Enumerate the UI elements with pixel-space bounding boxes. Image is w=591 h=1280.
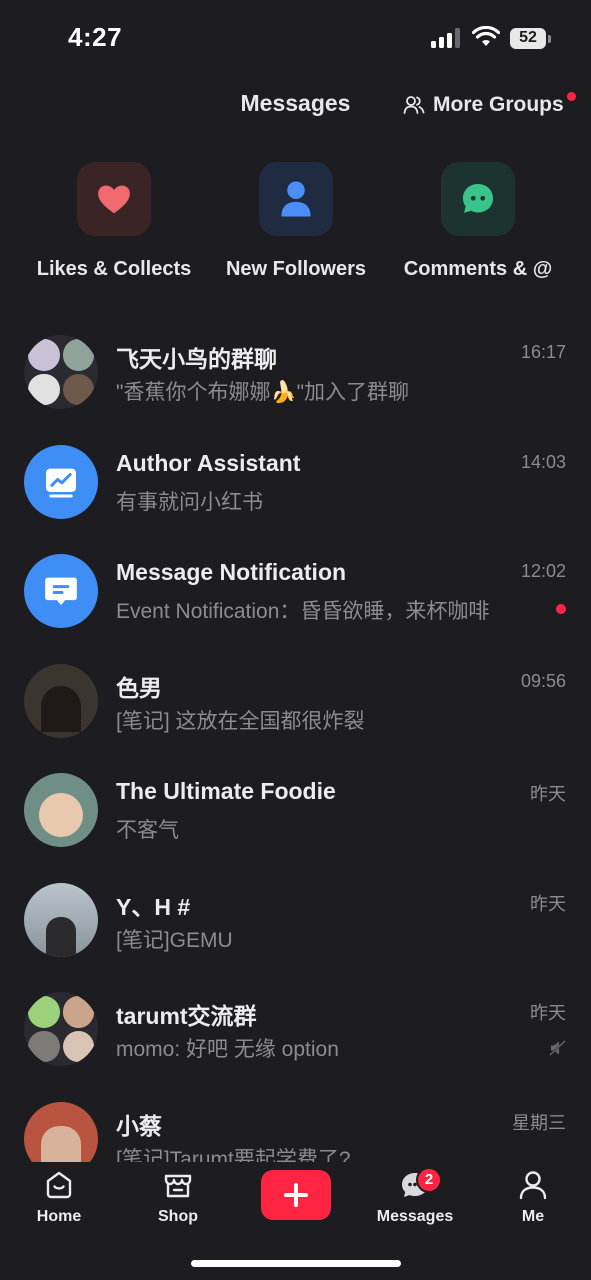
chat-name: Message Notification [116, 559, 347, 585]
battery-level: 52 [519, 29, 537, 46]
more-groups-button[interactable]: More Groups [403, 90, 564, 120]
unread-dot [556, 604, 566, 614]
chat-preview: Event Notification：昏昏欲睡，来杯咖啡 [116, 600, 490, 623]
chat-preview: 有事就问小红书 [116, 490, 263, 514]
user-avatar [24, 663, 98, 738]
chat-item-author-assistant[interactable]: Author Assistant 有事就问小红书 14:03 [0, 435, 591, 545]
shop-icon [164, 1174, 192, 1198]
chat-item-semen[interactable]: 色男 [笔记] 这放在全国都很炸裂 09:56 [0, 654, 591, 764]
chat-item-xiaocai[interactable]: 小蔡 [笔记]Tarumt要起学费了? 星期三 [0, 1092, 591, 1163]
chat-name: 小蔡 [116, 1112, 162, 1139]
chat-preview: [笔记]Tarumt要起学费了? [116, 1147, 351, 1163]
chat-item-message-notification[interactable]: Message Notification Event Notification：… [0, 544, 591, 654]
chat-time: 星期三 [512, 1112, 566, 1133]
tab-bar: Home Shop Messages 2 Me [0, 1162, 591, 1280]
chat-name: 飞天小鸟的群聊 [116, 346, 277, 372]
comments-mentions-label: Comments & @ [403, 258, 553, 280]
chat-time: 09:56 [520, 670, 566, 691]
tab-messages[interactable]: Messages [370, 1168, 460, 1226]
signal-icon [431, 28, 460, 48]
chat-preview: 不客气 [116, 819, 179, 842]
notification-avatar [24, 554, 98, 628]
status-time: 4:27 [68, 22, 123, 52]
chat-item-group-feitian[interactable]: 飞天小鸟的群聊 "香蕉你个布娜娜🍌"加入了群聊 16:17 [0, 325, 591, 435]
heart-icon [98, 185, 130, 214]
chat-preview: "香蕉你个布娜娜🍌"加入了群聊 [116, 381, 410, 404]
tab-shop[interactable]: Shop [133, 1168, 223, 1226]
chat-time: 昨天 [530, 1003, 566, 1023]
chart-icon [46, 468, 76, 497]
home-indicator[interactable] [191, 1260, 401, 1267]
battery-indicator: 52 [510, 28, 552, 50]
tab-shop-label: Shop [158, 1208, 198, 1225]
group-avatar [24, 992, 98, 1066]
group-icon [403, 96, 425, 114]
comments-mentions-button[interactable]: Comments & @ [388, 162, 568, 281]
chat-preview: momo: 好吧 无缘 option [116, 1038, 339, 1061]
chat-time: 14:03 [520, 451, 566, 472]
more-groups-label: More Groups [433, 93, 564, 116]
tab-me[interactable]: Me [488, 1168, 578, 1226]
chat-time: 昨天 [530, 893, 566, 914]
mute-icon [549, 1040, 566, 1056]
chat-preview: [笔记]GEMU [116, 928, 233, 952]
new-followers-label: New Followers [225, 258, 367, 280]
chat-item-yh[interactable]: Y、H # [笔记]GEMU 昨天 [0, 873, 591, 983]
person-icon [281, 181, 311, 217]
tab-messages-label: Messages [376, 1208, 454, 1225]
chat-list: 飞天小鸟的群聊 "香蕉你个布娜娜🍌"加入了群聊 16:17 Author Ass… [0, 325, 591, 1162]
user-avatar [24, 1101, 98, 1162]
chat-item-ultimate-foodie[interactable]: The Ultimate Foodie 不客气 昨天 [0, 763, 591, 873]
home-icon [46, 1171, 72, 1199]
plus-icon [284, 1183, 308, 1207]
messages-badge: 2 [416, 1167, 442, 1193]
chat-time: 昨天 [530, 784, 566, 804]
chat-preview: [笔记] 这放在全国都很炸裂 [116, 709, 365, 733]
chat-item-tarumt-group[interactable]: tarumt交流群 momo: 好吧 无缘 option 昨天 [0, 982, 591, 1092]
tab-home-label: Home [36, 1208, 82, 1225]
tab-me-label: Me [521, 1208, 545, 1225]
likes-collects-label: Likes & Collects [36, 258, 192, 280]
chat-name: Author Assistant [116, 449, 301, 476]
new-followers-button[interactable]: New Followers [206, 162, 386, 281]
status-bar: 4:27 52 [0, 0, 591, 80]
chat-name: tarumt交流群 [116, 1003, 257, 1029]
chat-name: The Ultimate Foodie [116, 778, 336, 804]
message-icon [45, 577, 77, 606]
chat-bubble-icon [462, 183, 494, 213]
post-button[interactable] [261, 1170, 331, 1220]
profile-icon [519, 1171, 547, 1200]
group-avatar [24, 335, 98, 409]
user-avatar [24, 773, 98, 847]
chat-time: 12:02 [520, 561, 566, 581]
chat-time: 16:17 [520, 342, 566, 362]
chat-name: 色男 [116, 674, 162, 701]
notification-dot [567, 92, 576, 101]
assistant-avatar [24, 444, 98, 519]
likes-collects-button[interactable]: Likes & Collects [24, 162, 204, 281]
wifi-icon [472, 26, 500, 46]
user-avatar [24, 882, 98, 957]
tab-home[interactable]: Home [14, 1168, 104, 1226]
chat-name: Y、H # [116, 893, 191, 920]
